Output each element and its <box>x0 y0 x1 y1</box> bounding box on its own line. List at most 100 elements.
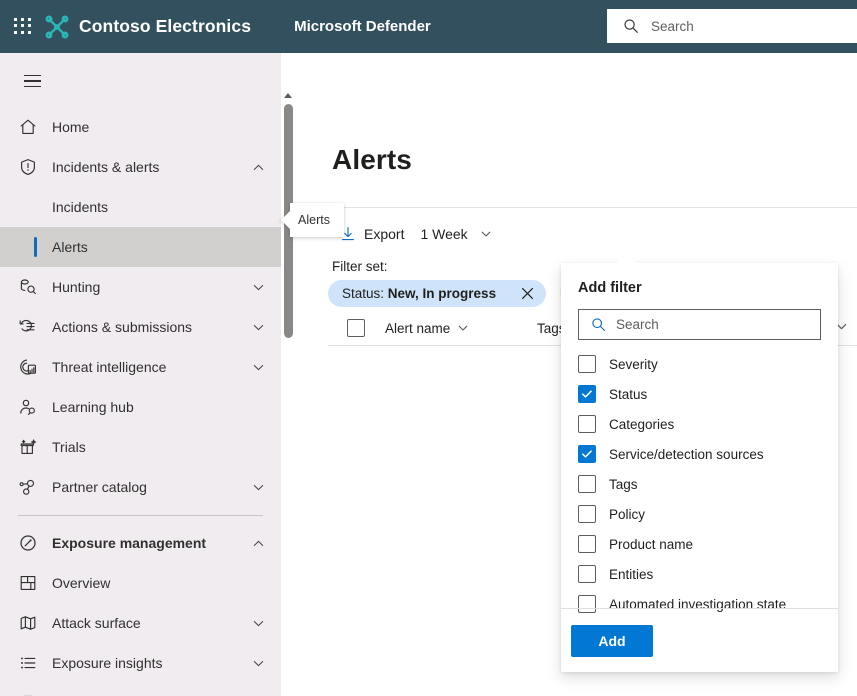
checkbox[interactable] <box>578 505 596 523</box>
page-title: Alerts <box>332 144 412 176</box>
add-filter-panel-title: Add filter <box>578 280 838 296</box>
filter-option-policy[interactable]: Policy <box>561 499 838 529</box>
checkbox[interactable] <box>578 415 596 433</box>
global-search-box[interactable]: Search <box>607 9 857 43</box>
chevron-down-icon[interactable] <box>252 617 265 630</box>
filter-chip-prefix: Status: <box>342 286 384 301</box>
sidebar-item-home[interactable]: Home <box>0 107 281 147</box>
sidebar-item-partner-catalog[interactable]: Partner catalog <box>0 467 281 507</box>
select-all-checkbox[interactable] <box>347 319 365 337</box>
sidebar-item-label: Learning hub <box>52 399 265 415</box>
close-icon <box>520 286 535 301</box>
time-range-selector[interactable]: 1 Week <box>412 219 499 249</box>
chevron-down-icon <box>457 322 469 334</box>
filter-option-label: Categories <box>609 417 674 432</box>
sidebar-item-secure-score[interactable]: Secure score <box>0 683 281 696</box>
chevron-down-icon[interactable] <box>252 657 265 670</box>
threat-icon <box>18 357 38 377</box>
sidebar-item-exposure-management[interactable]: Exposure management <box>0 523 281 563</box>
checkbox[interactable] <box>578 535 596 553</box>
chevron-down-icon[interactable] <box>252 361 265 374</box>
sidebar-item-hunting[interactable]: Hunting <box>0 267 281 307</box>
sidebar-item-label: Home <box>52 119 265 135</box>
alerts-flyout-tooltip: Alerts <box>281 203 344 237</box>
hamburger-menu-icon[interactable] <box>10 59 54 103</box>
flyout-label: Alerts <box>290 203 344 237</box>
app-name: Microsoft Defender <box>294 18 431 35</box>
filter-option-severity[interactable]: Severity <box>561 349 838 379</box>
filter-option-entities[interactable]: Entities <box>561 559 838 589</box>
filter-option-label: Severity <box>609 357 658 372</box>
chevron-up-icon[interactable] <box>252 161 265 174</box>
sidebar-item-label: Trials <box>52 439 265 455</box>
sidebar-item-attack-surface[interactable]: Attack surface <box>0 603 281 643</box>
sidebar: Home Incidents & alerts Incidents Alerts Hun… <box>0 53 281 696</box>
filter-chip-status[interactable]: Status: New, In progress <box>328 280 508 307</box>
attack-icon <box>18 613 38 633</box>
export-button[interactable]: Export <box>332 219 412 249</box>
sidebar-item-trials[interactable]: Trials <box>0 427 281 467</box>
search-icon <box>623 18 639 34</box>
filter-option-label: Policy <box>609 507 645 522</box>
checkbox[interactable] <box>578 385 596 403</box>
sidebar-item-label: Attack surface <box>52 615 252 631</box>
check-icon <box>581 388 593 400</box>
add-button[interactable]: Add <box>571 625 653 657</box>
shield-icon <box>18 157 38 177</box>
toolbar-divider <box>332 207 857 208</box>
add-filter-panel: Add filter Search Severity Status Categori… <box>561 263 838 672</box>
sidebar-item-threat-intelligence[interactable]: Threat intelligence <box>0 347 281 387</box>
checkbox[interactable] <box>578 355 596 373</box>
filter-option-service-detection-sources[interactable]: Service/detection sources <box>561 439 838 469</box>
global-search-placeholder: Search <box>651 19 694 34</box>
panel-beak-icon <box>617 254 637 263</box>
trials-icon <box>18 437 38 457</box>
checkbox[interactable] <box>578 475 596 493</box>
sidebar-item-incidents[interactable]: Incidents <box>0 187 281 227</box>
sidebar-item-label: Exposure management <box>52 535 252 551</box>
main-scrollbar[interactable] <box>282 93 295 688</box>
filter-search-placeholder: Search <box>616 317 659 332</box>
checkbox[interactable] <box>578 445 596 463</box>
command-bar: Export 1 Week <box>332 219 500 249</box>
insights-icon <box>18 653 38 673</box>
filter-option-categories[interactable]: Categories <box>561 409 838 439</box>
sidebar-item-alerts[interactable]: Alerts <box>0 227 281 267</box>
filter-chip-remove-button[interactable] <box>508 280 546 307</box>
sidebar-item-label: Hunting <box>52 279 252 295</box>
sidebar-item-exposure-insights[interactable]: Exposure insights <box>0 643 281 683</box>
sidebar-item-label: Incidents & alerts <box>52 159 252 175</box>
column-header-alert-name[interactable]: Alert name <box>385 321 537 336</box>
filter-option-label: Tags <box>609 477 638 492</box>
sidebar-item-label: Incidents <box>52 199 265 215</box>
filter-option-product-name[interactable]: Product name <box>561 529 838 559</box>
chevron-down-icon[interactable] <box>252 321 265 334</box>
checkbox[interactable] <box>578 565 596 583</box>
hunting-icon <box>18 277 38 297</box>
actions-icon <box>18 317 38 337</box>
sidebar-item-label: Exposure insights <box>52 655 252 671</box>
app-launcher-icon[interactable] <box>14 18 32 36</box>
sidebar-item-overview[interactable]: Overview <box>0 563 281 603</box>
home-icon <box>18 117 38 137</box>
sidebar-item-incidents-alerts[interactable]: Incidents & alerts <box>0 147 281 187</box>
filter-option-status[interactable]: Status <box>561 379 838 409</box>
filter-chip-value: New, In progress <box>388 286 496 301</box>
sidebar-item-actions-submissions[interactable]: Actions & submissions <box>0 307 281 347</box>
chevron-up-icon[interactable] <box>252 537 265 550</box>
filter-option-label: Status <box>609 387 647 402</box>
chevron-down-icon[interactable] <box>252 281 265 294</box>
chevron-down-icon[interactable] <box>252 481 265 494</box>
contoso-logo-icon <box>44 14 70 40</box>
export-label: Export <box>364 226 404 242</box>
scroll-up-arrow-icon[interactable] <box>284 93 292 98</box>
brand-name: Contoso Electronics <box>79 16 251 37</box>
sidebar-item-learning-hub[interactable]: Learning hub <box>0 387 281 427</box>
sidebar-item-label: Alerts <box>52 239 265 255</box>
filter-search-input[interactable]: Search <box>578 309 821 340</box>
filter-set-label: Filter set: <box>332 259 388 274</box>
chevron-down-icon <box>480 228 492 240</box>
exposure-icon <box>18 533 38 553</box>
time-range-label: 1 Week <box>420 226 467 242</box>
filter-option-tags[interactable]: Tags <box>561 469 838 499</box>
